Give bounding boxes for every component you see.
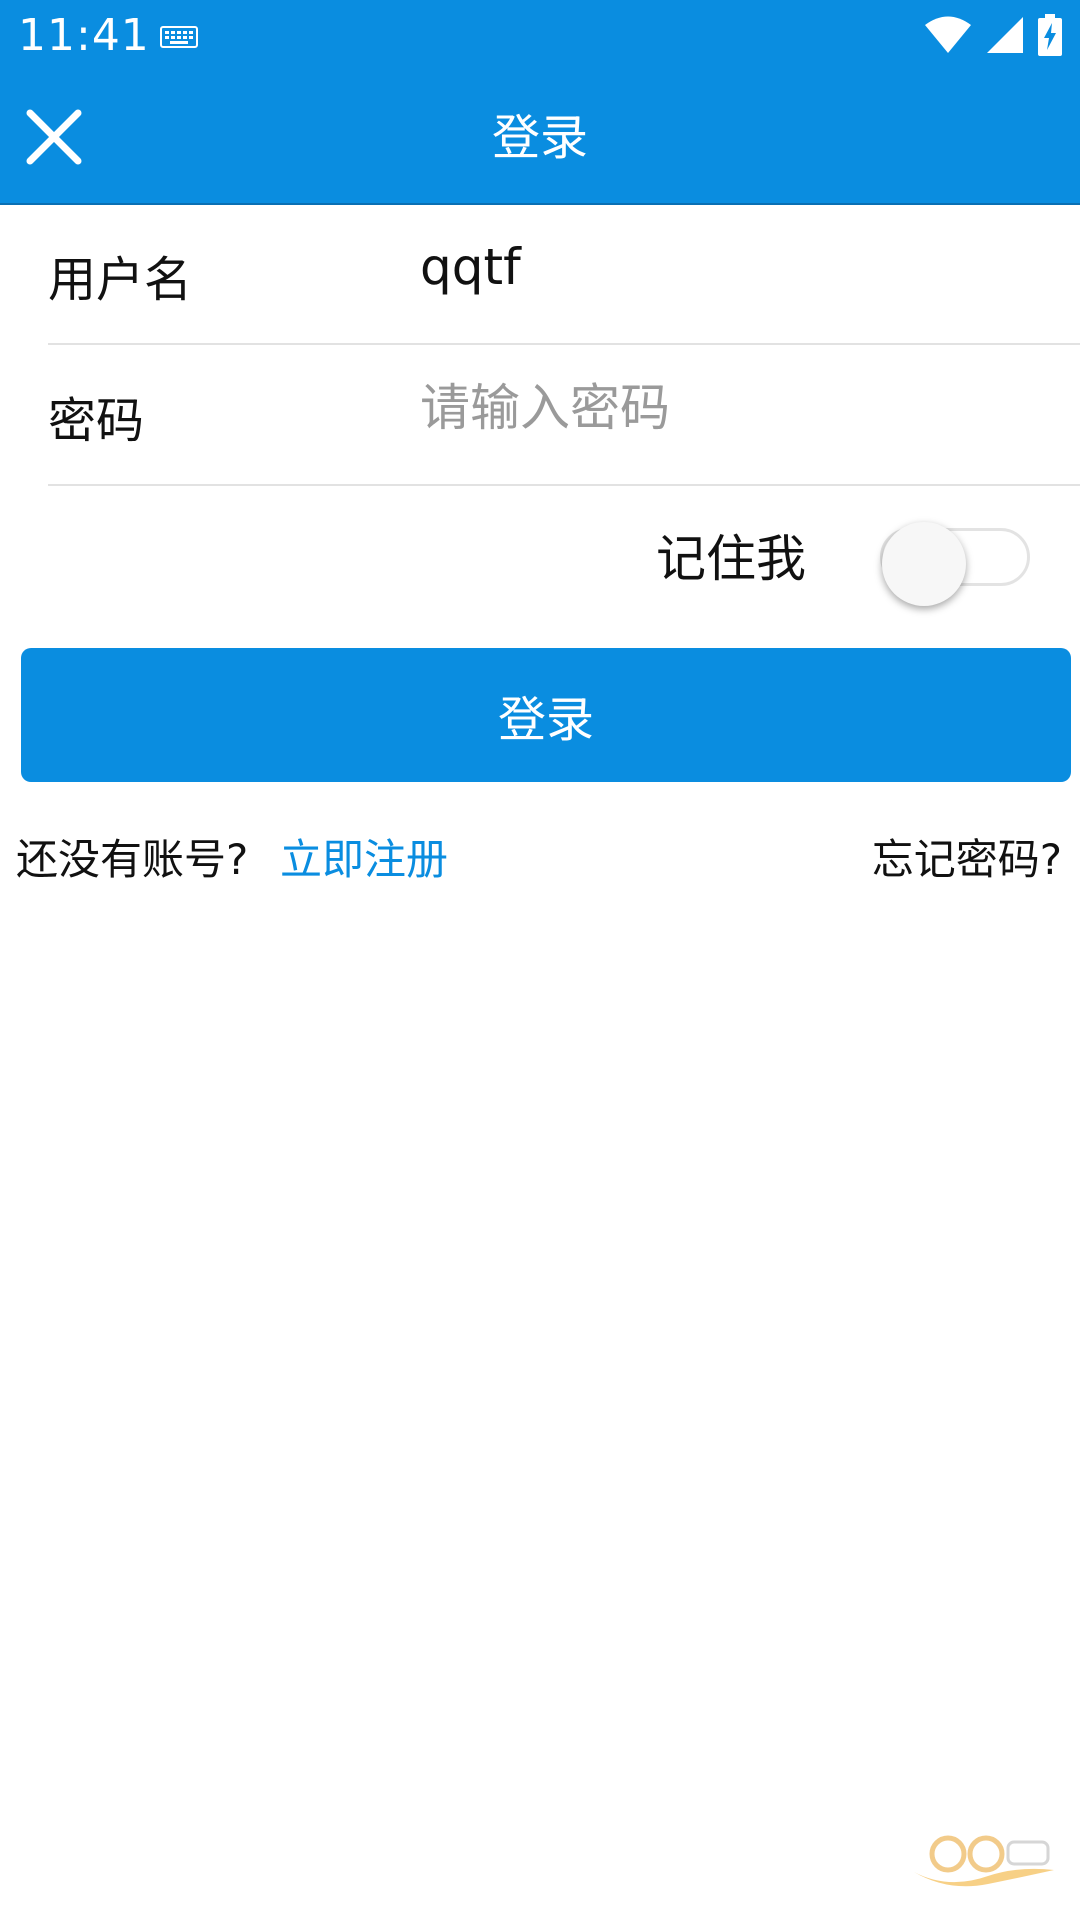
app-bar: 登录 xyxy=(0,73,1080,205)
keyboard-icon xyxy=(160,26,198,52)
username-label: 用户名 xyxy=(48,252,193,308)
no-account-text: 还没有账号? xyxy=(16,835,249,884)
battery-charging-icon xyxy=(1038,14,1062,60)
password-row: 密码 xyxy=(48,338,1080,486)
toggle-knob xyxy=(882,522,966,606)
remember-row: 记住我 xyxy=(0,490,1080,620)
status-bar: 11:41 xyxy=(0,0,1080,73)
signal-icon xyxy=(986,16,1024,58)
forgot-password-link[interactable]: 忘记密码? xyxy=(872,820,1062,900)
remember-toggle[interactable] xyxy=(880,508,1030,606)
remember-label: 记住我 xyxy=(656,530,806,588)
status-time: 11:41 xyxy=(18,10,150,61)
footer-links: 还没有账号? 立即注册 忘记密码? xyxy=(0,820,1080,900)
password-input[interactable] xyxy=(420,338,1060,478)
wifi-icon xyxy=(924,16,972,58)
login-button[interactable]: 登录 xyxy=(21,648,1071,782)
login-screen: 11:41 登录 用户名 qqtf 密码 记住我 登录 还没有账号? 立即注册 … xyxy=(0,0,1080,1920)
page-title: 登录 xyxy=(491,110,588,166)
username-input[interactable] xyxy=(420,197,1060,337)
watermark-logo xyxy=(908,1832,1058,1888)
username-row: 用户名 xyxy=(48,197,1080,345)
password-label: 密码 xyxy=(48,393,145,449)
register-link[interactable]: 立即注册 xyxy=(280,820,448,900)
status-icons xyxy=(924,14,1062,60)
